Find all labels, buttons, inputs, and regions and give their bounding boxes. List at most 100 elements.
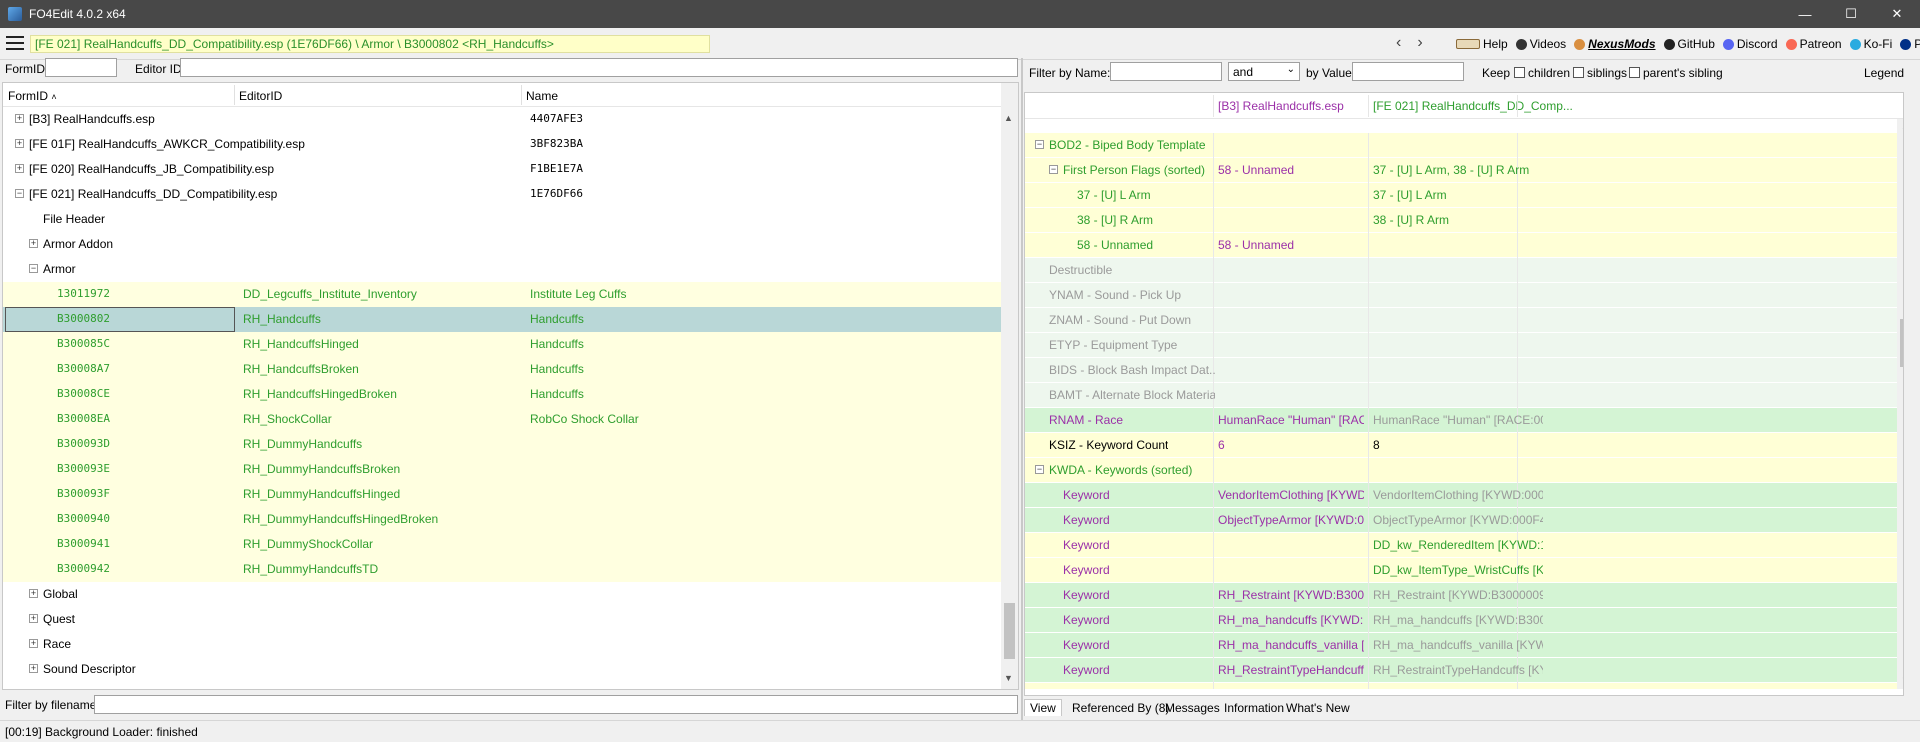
collapse-icon[interactable]: − bbox=[15, 189, 24, 198]
record-row[interactable]: − BOD2 - Biped Body Template bbox=[1025, 133, 1900, 158]
tree-row[interactable]: B3000940 RH_DummyHandcuffsHingedBroken bbox=[3, 507, 1003, 532]
filter-name-input[interactable] bbox=[1110, 62, 1222, 81]
expand-icon[interactable]: + bbox=[29, 589, 38, 598]
link-nexusmods[interactable]: NexusMods bbox=[1574, 37, 1656, 51]
collapse-icon[interactable]: − bbox=[29, 264, 38, 273]
tree-row[interactable]: + [FE 020] RealHandcuffs_JB_Compatibility… bbox=[3, 157, 1003, 182]
tree-row[interactable]: B3000942 RH_DummyHandcuffsTD bbox=[3, 557, 1003, 582]
expand-icon[interactable]: + bbox=[15, 139, 24, 148]
scroll-down-icon[interactable]: ▼ bbox=[1901, 675, 1903, 685]
tree-row[interactable]: B30008A7 RH_HandcuffsBroken Handcuffs bbox=[3, 357, 1003, 382]
link-patreon[interactable]: Patreon bbox=[1785, 37, 1842, 51]
scroll-up-icon[interactable]: ▲ bbox=[1901, 121, 1903, 131]
tree-row[interactable]: B300085C RH_HandcuffsHinged Handcuffs bbox=[3, 332, 1003, 357]
link-github[interactable]: GitHub bbox=[1663, 37, 1715, 51]
tree-scrollbar[interactable]: ▲ ▼ bbox=[1001, 83, 1018, 689]
tree-row[interactable]: B300093D RH_DummyHandcuffs bbox=[3, 432, 1003, 457]
record-row[interactable]: BAMT - Alternate Block Material bbox=[1025, 383, 1900, 408]
keep-siblings-checkbox[interactable]: siblings bbox=[1573, 66, 1627, 80]
expand-icon[interactable]: + bbox=[29, 664, 38, 673]
scroll-thumb[interactable] bbox=[1900, 319, 1903, 367]
expand-icon[interactable]: + bbox=[29, 614, 38, 623]
record-row[interactable]: Destructible bbox=[1025, 258, 1900, 283]
collapse-icon[interactable]: − bbox=[1035, 465, 1044, 474]
record-row[interactable]: ETYP - Equipment Type bbox=[1025, 333, 1900, 358]
record-row[interactable]: BIDS - Block Bash Impact Dat... bbox=[1025, 358, 1900, 383]
link-paypal[interactable]: PayPal bbox=[1900, 37, 1920, 51]
record-row[interactable]: Keyword VendorItemClothing [KYWD:0008... V… bbox=[1025, 483, 1900, 508]
record-row[interactable]: Keyword RH_ma_handcuffs [KYWD:B30008... RH… bbox=[1025, 608, 1900, 633]
tab-referenced-by[interactable]: Referenced By (8) bbox=[1072, 701, 1169, 715]
filter-operator-select[interactable]: and ⌄ bbox=[1228, 62, 1300, 81]
legend-button[interactable]: Legend bbox=[1864, 66, 1904, 80]
tab-messages[interactable]: Messages bbox=[1165, 701, 1220, 715]
tab-view[interactable]: View bbox=[1024, 699, 1062, 716]
record-row[interactable]: Keyword RH_RestraintTypeHandcuffs [KYW...… bbox=[1025, 658, 1900, 683]
tree-row[interactable]: + Global bbox=[3, 582, 1003, 607]
filter-value-input[interactable] bbox=[1352, 62, 1464, 81]
forward-button[interactable]: › bbox=[1417, 34, 1422, 52]
tree-row[interactable]: B30008EA RH_ShockCollar RobCo Shock Collar bbox=[3, 407, 1003, 432]
link-help[interactable]: Help bbox=[1456, 37, 1508, 51]
editorid-input[interactable] bbox=[180, 58, 1018, 77]
tab-whats-new[interactable]: What's New bbox=[1286, 701, 1350, 715]
tree-row[interactable]: + Sound Descriptor bbox=[3, 657, 1003, 682]
tree-row[interactable]: − [FE 021] RealHandcuffs_DD_Compatibility… bbox=[3, 182, 1003, 207]
record-row[interactable]: Keyword RH_ma_handcuffs_vanilla [KYWD:...… bbox=[1025, 633, 1900, 658]
tree-row[interactable]: − Armor bbox=[3, 257, 1003, 282]
record-row[interactable]: 37 - [U] L Arm 37 - [U] L Arm bbox=[1025, 183, 1900, 208]
keep-parents-sibling-checkbox[interactable]: parent's sibling bbox=[1629, 66, 1723, 80]
column-master-plugin[interactable]: [B3] RealHandcuffs.esp bbox=[1218, 99, 1344, 113]
column-override-plugin[interactable]: [FE 021] RealHandcuffs_DD_Comp... bbox=[1373, 99, 1573, 113]
record-row[interactable]: − First Person Flags (sorted) 58 - Unnamed… bbox=[1025, 158, 1900, 183]
expand-icon[interactable]: + bbox=[15, 164, 24, 173]
record-row[interactable]: DESC - Description bbox=[1025, 683, 1900, 689]
record-row[interactable]: Keyword DD_kw_ItemType_WristCuffs [KY... bbox=[1025, 558, 1900, 583]
back-button[interactable]: ‹ bbox=[1396, 34, 1401, 52]
keep-children-checkbox[interactable]: children bbox=[1514, 66, 1570, 80]
record-row[interactable]: 38 - [U] R Arm 38 - [U] R Arm bbox=[1025, 208, 1900, 233]
tree-row[interactable]: B300093E RH_DummyHandcuffsBroken bbox=[3, 457, 1003, 482]
record-row[interactable]: Keyword ObjectTypeArmor [KYWD:000F4A... Ob… bbox=[1025, 508, 1900, 533]
tree-row[interactable]: + [B3] RealHandcuffs.esp 4407AFE3 bbox=[3, 107, 1003, 132]
column-name[interactable]: Name bbox=[526, 89, 558, 103]
record-row[interactable]: − KWDA - Keywords (sorted) bbox=[1025, 458, 1900, 483]
minimize-button[interactable]: — bbox=[1782, 0, 1828, 28]
link-kofi[interactable]: Ko-Fi bbox=[1849, 37, 1892, 51]
column-editorid[interactable]: EditorID bbox=[239, 89, 282, 103]
record-row[interactable]: KSIZ - Keyword Count 6 8 bbox=[1025, 433, 1900, 458]
scroll-thumb[interactable] bbox=[1004, 603, 1015, 659]
collapse-icon[interactable]: − bbox=[1035, 140, 1044, 149]
tree-row[interactable]: + Armor Addon bbox=[3, 232, 1003, 257]
tree-row[interactable]: + [FE 01F] RealHandcuffs_AWKCR_Compatibil… bbox=[3, 132, 1003, 157]
link-discord[interactable]: Discord bbox=[1722, 37, 1778, 51]
tab-information[interactable]: Information bbox=[1224, 701, 1284, 715]
formid-input[interactable] bbox=[45, 58, 117, 77]
menu-icon[interactable] bbox=[6, 36, 24, 50]
record-row[interactable]: YNAM - Sound - Pick Up bbox=[1025, 283, 1900, 308]
panel-splitter[interactable] bbox=[1021, 58, 1023, 720]
tree-row[interactable]: + Quest bbox=[3, 607, 1003, 632]
record-row[interactable]: Keyword RH_Restraint [KYWD:B3000009] RH_Re… bbox=[1025, 583, 1900, 608]
collapse-icon[interactable]: − bbox=[1049, 165, 1058, 174]
record-row[interactable]: Keyword DD_kw_RenderedItem [KYWD:13... bbox=[1025, 533, 1900, 558]
tree-row[interactable]: + Race bbox=[3, 632, 1003, 657]
scroll-down-icon[interactable]: ▼ bbox=[1004, 673, 1013, 683]
record-row[interactable]: 58 - Unnamed 58 - Unnamed bbox=[1025, 233, 1900, 258]
record-row[interactable]: RNAM - Race HumanRace "Human" [RACE:000..… bbox=[1025, 408, 1900, 433]
expand-icon[interactable]: + bbox=[29, 639, 38, 648]
expand-icon[interactable]: + bbox=[15, 114, 24, 123]
record-row[interactable]: ZNAM - Sound - Put Down bbox=[1025, 308, 1900, 333]
tree-row[interactable]: 13011972 DD_Legcuffs_Institute_Inventory I… bbox=[3, 282, 1003, 307]
expand-icon[interactable]: + bbox=[29, 239, 38, 248]
scroll-up-icon[interactable]: ▲ bbox=[1004, 113, 1013, 123]
close-button[interactable]: ✕ bbox=[1874, 0, 1920, 28]
record-scrollbar[interactable]: ▲ ▼ bbox=[1897, 119, 1903, 689]
tree-row[interactable]: B3000941 RH_DummyShockCollar bbox=[3, 532, 1003, 557]
filename-filter-input[interactable] bbox=[94, 695, 1018, 714]
tree-row[interactable]: B300093F RH_DummyHandcuffsHinged bbox=[3, 482, 1003, 507]
tree-row[interactable]: File Header bbox=[3, 207, 1003, 232]
link-videos[interactable]: Videos bbox=[1515, 37, 1566, 51]
column-formid[interactable]: FormID ˄ bbox=[8, 89, 57, 103]
tree-row[interactable]: B3000802 RH_Handcuffs Handcuffs bbox=[3, 307, 1003, 332]
